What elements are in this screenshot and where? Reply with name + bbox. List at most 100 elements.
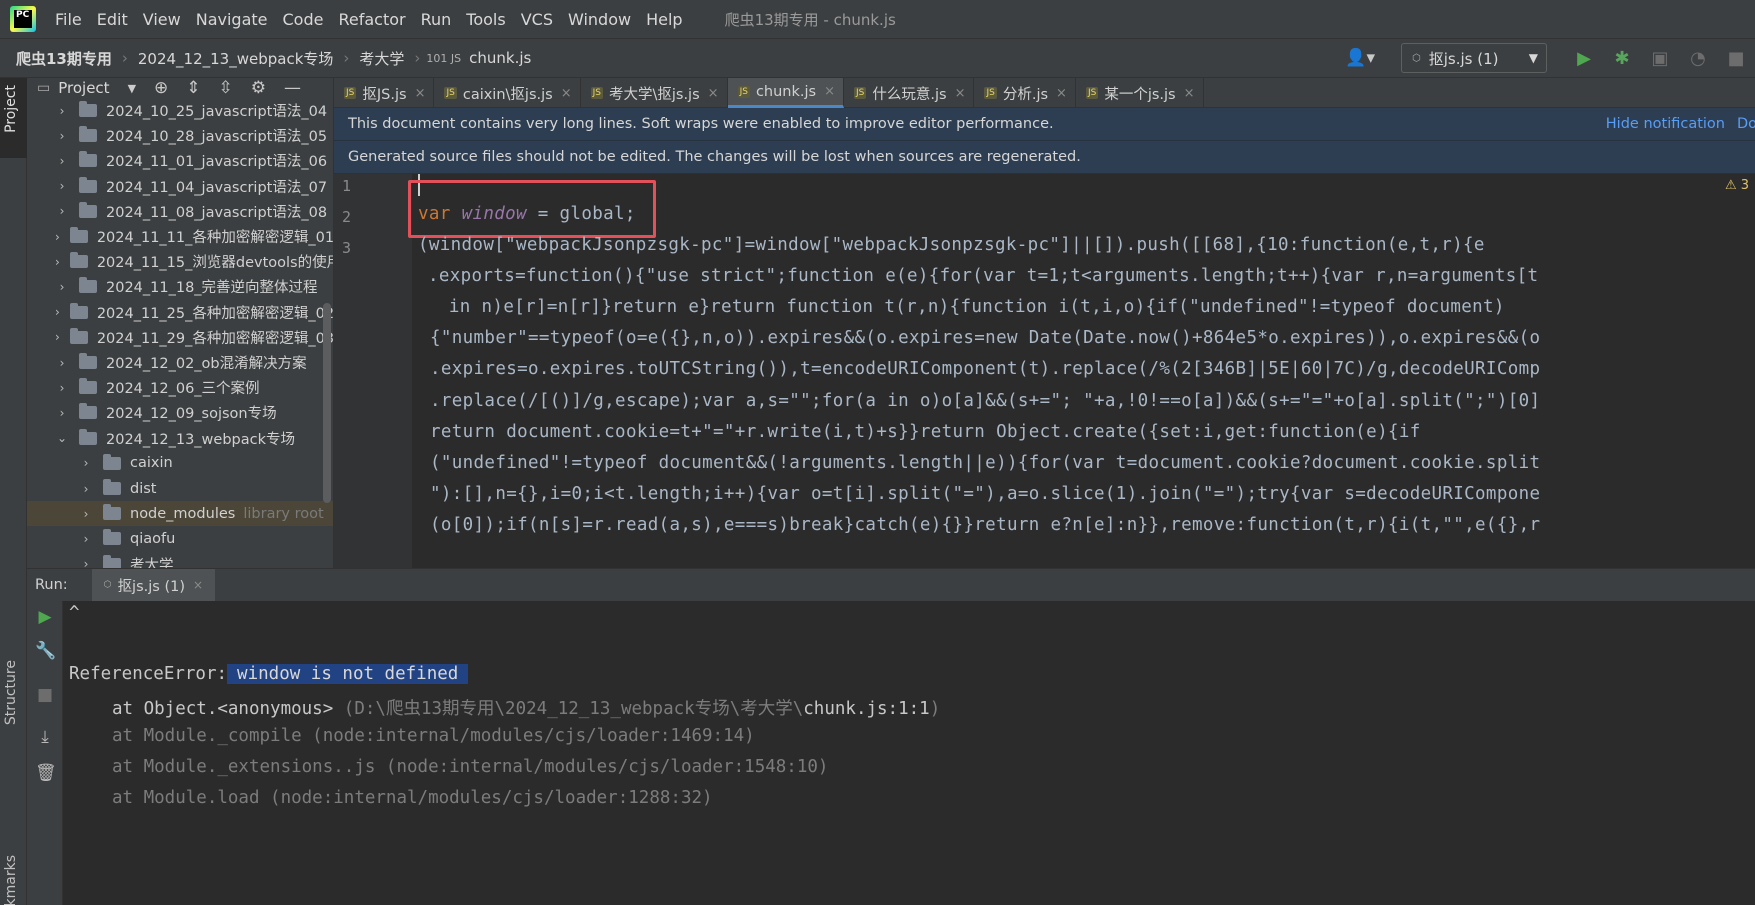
code-line[interactable]: in n)e[r]=n[r]}return e}return function … [438, 297, 1505, 317]
bookmarks-tool-tab[interactable]: Bookmarks [3, 855, 19, 905]
tree-item[interactable]: › 2024_11_25_各种加密解密逻辑_02 [27, 300, 333, 325]
tree-item[interactable]: ⌄ 2024_12_13_webpack专场 [27, 426, 333, 451]
scroll-to-end-icon[interactable]: ⤓ [35, 727, 55, 747]
code-line[interactable]: .replace(/[()]/g,escape);var a,s="";for(… [430, 391, 1540, 411]
code-line[interactable]: .expires=o.expires.toUTCString()),t=enco… [430, 359, 1540, 379]
close-icon[interactable]: × [193, 578, 203, 592]
menu-run[interactable]: Run [414, 10, 460, 29]
close-icon[interactable]: × [824, 84, 835, 99]
chevron-right-icon[interactable]: › [55, 204, 69, 218]
tree-item[interactable]: › dist [27, 476, 333, 501]
code-line[interactable]: (o[0]);if(n[s]=r.read(a,s),e===s)break}c… [430, 515, 1540, 535]
tree-item[interactable]: › qiaofu [27, 526, 333, 551]
code-line[interactable]: (window["webpackJsonpzsgk-pc"]=window["w… [418, 235, 1485, 255]
menu-code[interactable]: Code [276, 10, 332, 29]
hide-panel-icon[interactable]: — [284, 78, 301, 98]
chevron-right-icon[interactable]: › [55, 356, 69, 370]
tree-item[interactable]: › 2024_12_09_sojson专场 [27, 400, 333, 425]
tree-item[interactable]: › 2024_12_06_三个案例 [27, 375, 333, 400]
stack-trace-line[interactable]: at Object.<anonymous> (D:\爬虫13期专用\2024_1… [112, 695, 940, 720]
chevron-right-icon[interactable]: › [55, 154, 69, 168]
tree-item[interactable]: › 2024_10_28_javascript语法_05 [27, 123, 333, 148]
close-icon[interactable]: × [955, 86, 966, 101]
chevron-right-icon[interactable]: › [55, 255, 60, 269]
notification-more-link[interactable]: Do [1737, 116, 1755, 132]
editor-tab[interactable]: JS caixin\抠js.js × [434, 78, 581, 108]
trash-icon[interactable]: 🗑 [35, 763, 57, 783]
expand-all-icon[interactable]: ⇕ [186, 78, 200, 98]
chevron-right-icon[interactable]: › [55, 104, 69, 118]
stop-icon[interactable]: ■ [1717, 48, 1755, 69]
project-tool-tab-label[interactable]: Project [3, 85, 19, 133]
chevron-right-icon[interactable]: › [55, 280, 69, 294]
tree-item[interactable]: › 2024_12_02_ob混淆解决方案 [27, 350, 333, 375]
coverage-icon[interactable]: ▣ [1641, 48, 1679, 69]
wrench-icon[interactable]: 🔧 [35, 641, 56, 661]
menu-edit[interactable]: Edit [90, 10, 136, 29]
editor-tab[interactable]: JS 什么玩意.js × [844, 78, 975, 108]
chevron-right-icon[interactable]: › [55, 330, 60, 344]
breadcrumb-folder[interactable]: 2024_12_13_webpack专场 [134, 48, 338, 69]
menu-refactor[interactable]: Refactor [331, 10, 413, 29]
profile-icon[interactable]: ◔ [1679, 48, 1717, 69]
tree-item[interactable]: › 2024_11_04_javascript语法_07 [27, 174, 333, 199]
tree-item[interactable]: › 2024_11_01_javascript语法_06 [27, 148, 333, 173]
console-error-line[interactable]: ReferenceError: window is not defined [69, 664, 469, 684]
tree-item[interactable]: › node_modules library root [27, 501, 333, 527]
chevron-down-icon[interactable]: ⌄ [55, 431, 69, 445]
tree-item[interactable]: › 2024_11_11_各种加密解密逻辑_01 [27, 224, 333, 249]
close-icon[interactable]: × [1184, 86, 1195, 101]
menu-view[interactable]: View [136, 10, 189, 29]
chevron-right-icon[interactable]: › [79, 507, 93, 521]
tree-item[interactable]: › 2024_10_25_javascript语法_04 [27, 98, 333, 123]
breadcrumb-project[interactable]: 爬虫13期专用 [0, 48, 116, 69]
tree-item[interactable]: › 2024_11_08_javascript语法_08 [27, 199, 333, 224]
chevron-right-icon[interactable]: › [79, 557, 93, 568]
code-line[interactable]: return document.cookie=t+"="+r.write(i,t… [430, 422, 1421, 442]
tree-item[interactable]: › 2024_11_29_各种加密解密逻辑_03 [27, 325, 333, 350]
run-configuration-select[interactable]: ⬡ 抠js.js (1) ▼ [1401, 43, 1547, 73]
chevron-right-icon[interactable]: › [55, 381, 69, 395]
run-icon[interactable]: ▶ [1565, 48, 1603, 69]
menu-file[interactable]: File [48, 10, 90, 29]
stop-icon[interactable]: ■ [35, 685, 55, 705]
tree-item[interactable]: › caixin [27, 451, 333, 476]
breadcrumb-file[interactable]: chunk.js [465, 49, 535, 67]
trace-file-link[interactable]: chunk.js:1:1 [803, 699, 929, 719]
debug-bug-icon[interactable]: ✱ [1603, 48, 1641, 69]
warning-count-badge[interactable]: ⚠ 3 [1725, 178, 1755, 193]
close-icon[interactable]: × [561, 86, 572, 101]
chevron-right-icon[interactable]: › [79, 482, 93, 496]
close-icon[interactable]: × [708, 86, 719, 101]
chevron-right-icon[interactable]: › [55, 230, 60, 244]
editor-tab[interactable]: JS 抠JS.js × [334, 78, 435, 108]
project-panel-title[interactable]: Project [58, 79, 109, 97]
chevron-right-icon[interactable]: › [55, 305, 60, 319]
hide-notification-link[interactable]: Hide notification [1606, 116, 1725, 132]
settings-gear-icon[interactable]: ⚙ [251, 78, 266, 98]
editor-tab[interactable]: JS chunk.js × [727, 78, 844, 108]
code-line[interactable]: "):[],n={},i=0;i<t.length;i++){var o=t[i… [430, 484, 1540, 504]
code-line[interactable]: ("undefined"!=typeof document&&(!argumen… [430, 453, 1540, 473]
chevron-right-icon[interactable]: › [79, 532, 93, 546]
menu-window[interactable]: Window [561, 10, 639, 29]
tree-item[interactable]: › 2024_11_15_浏览器devtools的使用 [27, 249, 333, 274]
close-icon[interactable]: × [415, 86, 426, 101]
chevron-right-icon[interactable]: › [55, 129, 69, 143]
menu-vcs[interactable]: VCS [514, 10, 561, 29]
chevron-down-icon[interactable]: ▼ [128, 82, 136, 95]
code-editor[interactable]: 1 2 3 var window = global; (window["webp… [334, 174, 1755, 568]
chevron-right-icon[interactable]: › [55, 406, 69, 420]
editor-tab[interactable]: JS 考大学\抠js.js × [581, 78, 728, 108]
tree-item[interactable]: › 考大学 [27, 552, 333, 568]
editor-tab[interactable]: JS 分析.js × [974, 78, 1076, 108]
editor-tab[interactable]: JS 某一个js.js × [1076, 78, 1204, 108]
user-account-icon[interactable]: 👤▾ [1345, 48, 1375, 68]
collapse-all-icon[interactable]: ⇳ [219, 78, 233, 98]
chevron-right-icon[interactable]: › [79, 456, 93, 470]
code-line[interactable]: .exports=function(){"use strict";functio… [428, 266, 1538, 286]
menu-navigate[interactable]: Navigate [189, 10, 276, 29]
run-tab[interactable]: ⬡ 抠js.js (1) × [91, 568, 216, 602]
rerun-icon[interactable]: ▶ [35, 607, 55, 627]
structure-tool-tab[interactable]: Structure [3, 660, 19, 725]
